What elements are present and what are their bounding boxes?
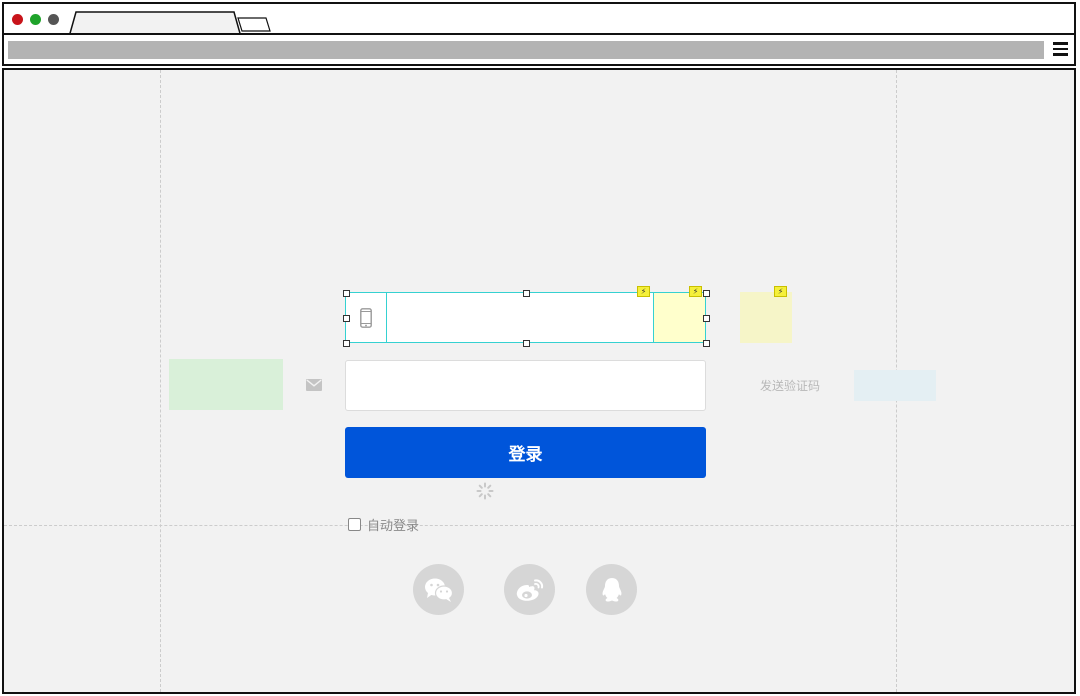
address-bar-url [8,46,14,59]
interaction-bolt-icon: ⚡ [689,286,702,297]
auto-login-checkbox[interactable] [348,517,361,531]
send-code-link[interactable]: 发送验证码 [760,377,820,394]
phone-input-row [345,292,706,343]
selection-handle-mr[interactable] [703,315,710,322]
selection-handle-ml[interactable] [343,315,350,322]
selection-handle-bl[interactable] [343,340,350,347]
minimize-window-dot[interactable] [48,14,59,25]
selection-handle-tl[interactable] [343,290,350,297]
hamburger-menu-icon[interactable] [1053,42,1068,56]
wechat-login-button[interactable] [413,564,464,615]
qq-login-button[interactable] [586,564,637,615]
green-placeholder-block [169,359,283,410]
yellow-placeholder-block [740,292,792,343]
auto-login-label: 自动登录 [367,518,420,534]
phone-row-yellow-block [653,293,705,342]
auto-login-option[interactable]: 自动登录 [348,514,419,534]
selection-handle-tr[interactable] [703,290,710,297]
maximize-window-dot[interactable] [30,14,41,25]
guide-line-horizontal [4,525,1074,526]
selection-handle-tc[interactable] [523,290,530,297]
weibo-icon [516,578,543,601]
interaction-bolt-icon: ⚡ [774,286,787,297]
phone-input[interactable] [387,293,654,342]
address-bar[interactable] [8,41,1044,59]
new-tab-button[interactable] [237,17,271,32]
envelope-icon [306,379,322,391]
wechat-icon [424,578,453,602]
qq-icon [602,577,621,602]
email-input[interactable] [345,360,706,411]
browser-titlebar [2,2,1076,37]
selection-handle-br[interactable] [703,340,710,347]
spinner-icon [476,482,494,500]
mobile-phone-icon [360,307,372,328]
interaction-bolt-icon: ⚡ [637,286,650,297]
close-window-dot[interactable] [12,14,23,25]
weibo-login-button[interactable] [504,564,555,615]
login-button[interactable]: 登录 [345,427,706,478]
browser-toolbar [2,33,1076,66]
phone-icon-cell [346,293,387,342]
blue-placeholder-block [854,370,936,401]
guide-line-left [160,70,161,692]
selection-handle-bc[interactable] [523,340,530,347]
